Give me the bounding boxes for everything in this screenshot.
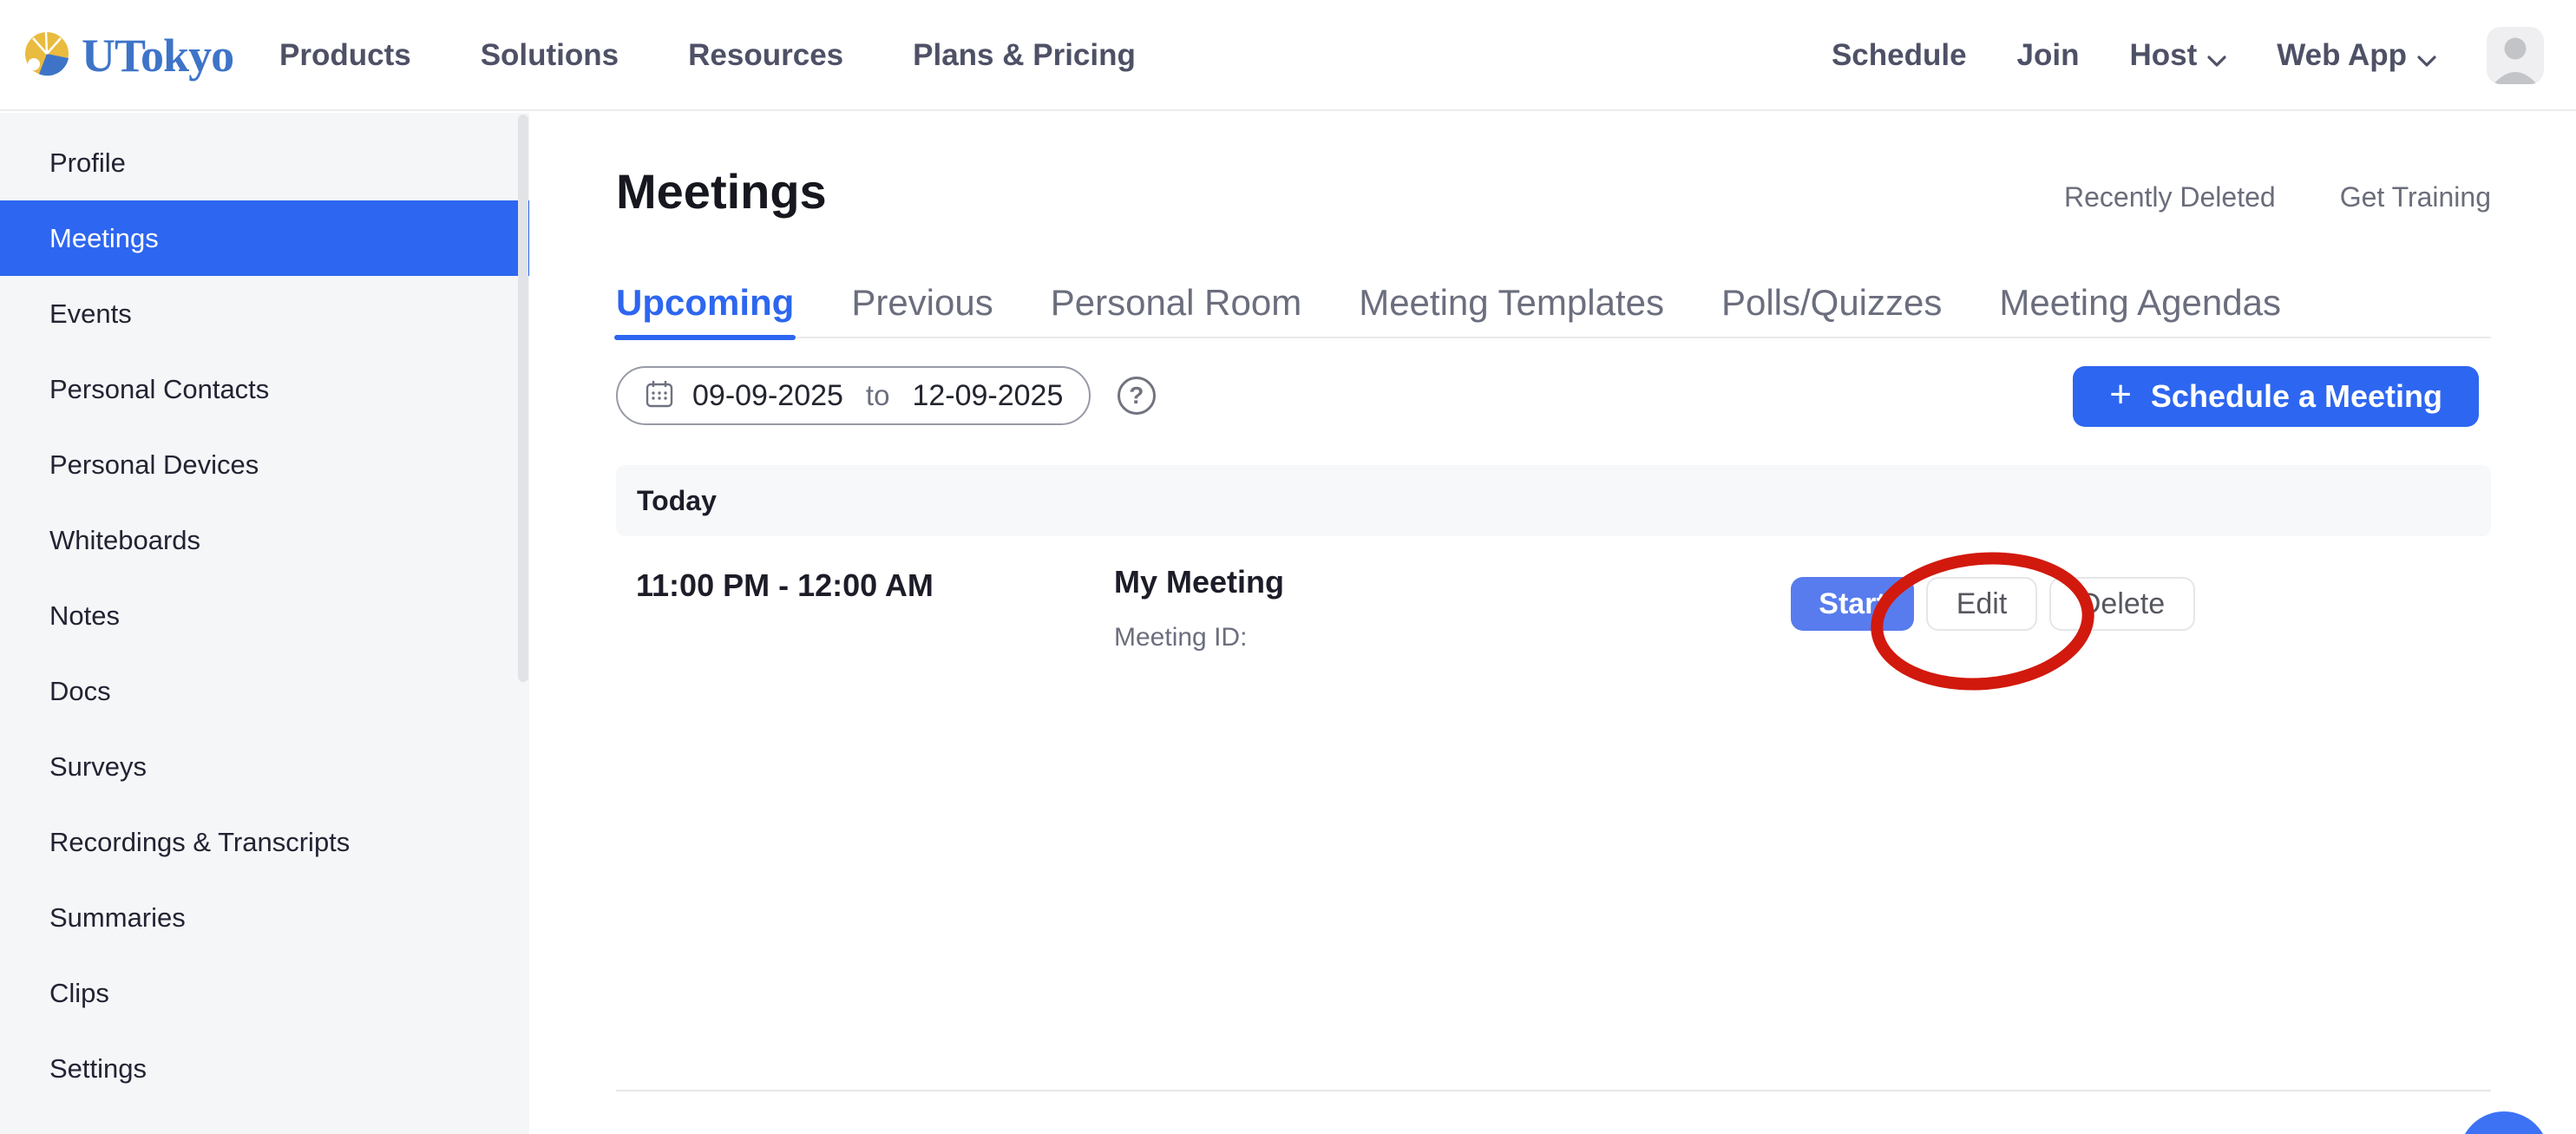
sidebar: Profile Meetings Events Personal Contact… (0, 113, 529, 1134)
nav-link-web-app[interactable]: Web App (2277, 36, 2436, 75)
nav-link-resources[interactable]: Resources (688, 38, 843, 73)
meetings-tabs: Upcoming Previous Personal Room Meeting … (616, 269, 2491, 338)
meeting-time: 11:00 PM - 12:00 AM (636, 567, 934, 604)
sidebar-item-summaries[interactable]: Summaries (0, 880, 529, 955)
tab-polls-quizzes[interactable]: Polls/Quizzes (1721, 269, 1942, 337)
bottom-divider (616, 1090, 2491, 1091)
meeting-details: My Meeting Meeting ID: (1114, 564, 1284, 652)
meeting-title[interactable]: My Meeting (1114, 564, 1284, 600)
tab-meeting-agendas[interactable]: Meeting Agendas (1999, 269, 2281, 337)
nav-primary-links: Products Solutions Resources Plans & Pri… (279, 0, 1136, 111)
date-range-input[interactable]: 09-09-2025 to 12-09-2025 (616, 366, 1091, 425)
sidebar-item-personal-contacts[interactable]: Personal Contacts (0, 351, 529, 427)
logo-text: UTokyo (82, 29, 233, 82)
meeting-actions: Start Edit Delete (1791, 577, 2195, 631)
nav-account-links: Schedule Join Host Web App (1832, 0, 2544, 111)
top-nav: UTokyo Products Solutions Resources Plan… (0, 0, 2576, 111)
sidebar-item-meetings[interactable]: Meetings (0, 200, 529, 276)
nav-link-solutions[interactable]: Solutions (481, 38, 619, 73)
nav-link-host[interactable]: Host (2130, 36, 2227, 75)
chevron-down-icon (2417, 41, 2436, 75)
delete-button[interactable]: Delete (2049, 577, 2195, 631)
date-to-value: 12-09-2025 (912, 379, 1063, 413)
plus-icon: + (2109, 376, 2132, 414)
schedule-meeting-button[interactable]: + Schedule a Meeting (2073, 366, 2479, 427)
chevron-down-icon (2207, 41, 2226, 75)
sidebar-item-events[interactable]: Events (0, 276, 529, 351)
nav-link-products[interactable]: Products (279, 38, 411, 73)
utokyo-logo[interactable]: UTokyo (24, 0, 233, 111)
date-range-separator: to (866, 379, 890, 412)
meeting-id-label: Meeting ID: (1114, 623, 1284, 652)
sidebar-item-profile[interactable]: Profile (0, 125, 529, 200)
sidebar-item-recordings-transcripts[interactable]: Recordings & Transcripts (0, 804, 529, 880)
calendar-icon (644, 378, 675, 414)
sidebar-item-docs[interactable]: Docs (0, 653, 529, 729)
sidebar-item-whiteboards[interactable]: Whiteboards (0, 502, 529, 578)
page-title: Meetings (616, 163, 827, 220)
edit-button[interactable]: Edit (1926, 577, 2037, 631)
sidebar-item-settings[interactable]: Settings (0, 1031, 529, 1106)
date-from-value: 09-09-2025 (692, 379, 843, 413)
tab-upcoming[interactable]: Upcoming (616, 269, 794, 337)
header-links: Recently Deleted Get Training (2064, 181, 2491, 213)
page: UTokyo Products Solutions Resources Plan… (0, 0, 2576, 1134)
sidebar-item-clips[interactable]: Clips (0, 955, 529, 1031)
recently-deleted-link[interactable]: Recently Deleted (2064, 181, 2276, 213)
filter-row: 09-09-2025 to 12-09-2025 ? + Schedule a … (616, 366, 2491, 427)
ginkgo-leaf-icon (24, 31, 69, 81)
person-icon (2487, 73, 2544, 84)
help-icon[interactable]: ? (1118, 377, 1156, 415)
tab-personal-room[interactable]: Personal Room (1051, 269, 1301, 337)
sidebar-item-surveys[interactable]: Surveys (0, 729, 529, 804)
sidebar-item-notes[interactable]: Notes (0, 578, 529, 653)
nav-link-plans-pricing[interactable]: Plans & Pricing (913, 38, 1136, 73)
main-content: Meetings Recently Deleted Get Training U… (529, 113, 2576, 1134)
get-training-link[interactable]: Get Training (2340, 181, 2491, 213)
sidebar-scrollbar[interactable] (518, 115, 528, 682)
user-avatar[interactable] (2487, 27, 2544, 84)
nav-link-join[interactable]: Join (2017, 38, 2080, 73)
tab-meeting-templates[interactable]: Meeting Templates (1359, 269, 1664, 337)
start-button[interactable]: Start (1791, 577, 1914, 631)
nav-link-schedule[interactable]: Schedule (1832, 38, 1967, 73)
meeting-row: 11:00 PM - 12:00 AM My Meeting Meeting I… (616, 564, 2491, 755)
sidebar-item-personal-devices[interactable]: Personal Devices (0, 427, 529, 502)
tab-previous[interactable]: Previous (851, 269, 993, 337)
today-section-header: Today (616, 465, 2491, 536)
